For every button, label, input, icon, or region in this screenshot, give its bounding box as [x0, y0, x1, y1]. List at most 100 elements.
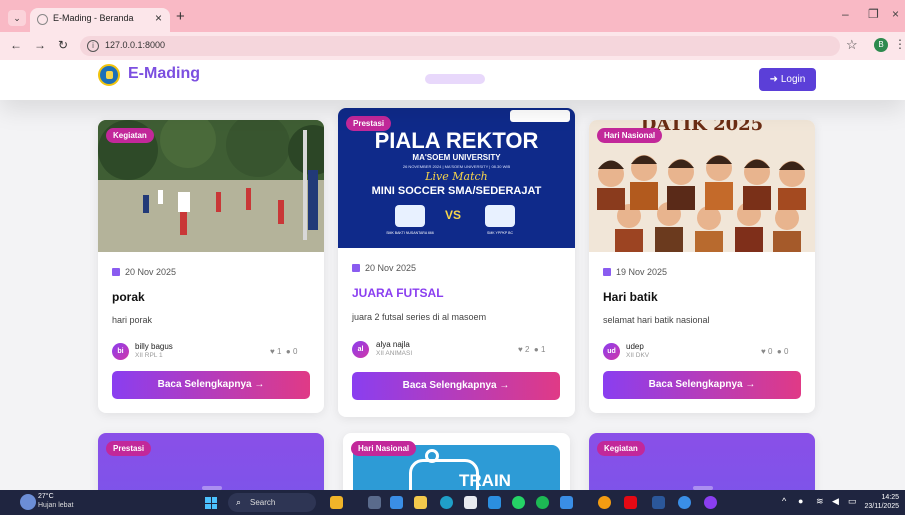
card-title[interactable]: Hari batik — [603, 290, 658, 304]
card-description: selamat hari batik nasional — [603, 315, 710, 325]
comment-icon[interactable]: ● — [286, 347, 291, 356]
chrome-icon[interactable] — [598, 496, 611, 509]
discord-icon[interactable] — [678, 496, 691, 509]
weather-description: Hujan lebat — [38, 502, 74, 509]
article-card[interactable]: Prestasi — [98, 433, 324, 490]
heart-icon[interactable]: ♥ — [270, 347, 275, 356]
author-name: udep — [626, 342, 644, 351]
nav-highlight — [425, 74, 485, 84]
poster-subheading: MA'SOEM UNIVERSITY — [412, 153, 501, 162]
author-class: XII ANIMASI — [376, 350, 413, 357]
comment-icon[interactable]: ● — [534, 345, 539, 354]
word-icon[interactable] — [652, 496, 665, 509]
bookmark-star-icon[interactable]: ☆ — [846, 37, 858, 53]
poster-live: Live Match — [425, 170, 488, 183]
browser-menu-icon[interactable]: ⋮ — [894, 37, 905, 51]
card-photo: Kegiatan — [98, 120, 324, 252]
vpn-icon[interactable] — [560, 496, 573, 509]
task-view-icon[interactable] — [368, 496, 381, 509]
reload-icon[interactable]: ↻ — [58, 38, 68, 52]
window-close-icon[interactable]: × — [892, 7, 899, 21]
taskbar-search[interactable]: ⌕ Search — [228, 493, 316, 512]
date-text: 20 Nov 2025 — [125, 267, 177, 277]
close-tab-icon[interactable]: × — [155, 11, 162, 25]
weather-icon[interactable] — [20, 494, 36, 510]
search-label: Search — [250, 498, 276, 507]
article-card[interactable]: TRAIN Hari Nasional — [343, 433, 570, 490]
site-info-icon[interactable]: i — [87, 40, 99, 52]
brand-title[interactable]: E-Mading — [128, 65, 200, 83]
author-class: XII DKV — [626, 352, 650, 359]
card-poster: DATIK 2025 Hari Nasional — [589, 120, 815, 252]
new-tab-plus-icon[interactable]: + — [176, 8, 185, 25]
category-badge: Kegiatan — [106, 128, 154, 143]
comments-count: 1 — [540, 345, 546, 354]
card-date: 20 Nov 2025 — [112, 267, 176, 277]
battery-icon[interactable]: ▭ — [848, 496, 857, 507]
category-badge: Kegiatan — [597, 441, 645, 456]
category-badge: Hari Nasional — [597, 128, 663, 143]
category-badge: Prestasi — [346, 116, 392, 131]
card-stats: ♥ 1 ● 0 — [270, 347, 297, 356]
author-avatar: ud — [603, 343, 620, 360]
calendar-icon — [112, 268, 120, 276]
article-card[interactable]: Kegiatan 20 Nov 2025 porak hari porak bi… — [98, 120, 324, 413]
login-button[interactable]: ➜ Login — [759, 68, 816, 91]
back-arrow-icon[interactable]: ← — [10, 38, 22, 52]
comments-count: 0 — [783, 347, 789, 356]
poster-vs: VS — [445, 208, 462, 222]
system-clock[interactable]: 14:25 23/11/2025 — [864, 493, 899, 511]
restore-icon[interactable]: ❐ — [868, 7, 879, 21]
poster-heading: PIALA REKTOR — [374, 128, 539, 153]
card-title[interactable]: JUARA FUTSAL — [352, 286, 444, 300]
forward-arrow-icon[interactable]: → — [34, 38, 46, 52]
card-poster: PIALA REKTOR MA'SOEM UNIVERSITY 26 NOVEM… — [338, 108, 575, 248]
edge-icon[interactable] — [440, 496, 453, 509]
team2-logo — [485, 205, 515, 227]
poster-text: TRAIN — [459, 471, 511, 490]
volume-icon[interactable]: ◀ — [832, 496, 839, 507]
file-explorer-icon[interactable] — [414, 496, 427, 509]
spotify-icon[interactable] — [536, 496, 549, 509]
widgets-icon[interactable] — [390, 496, 403, 509]
school-logo-icon[interactable] — [98, 64, 120, 86]
wifi-icon[interactable]: ≋ — [816, 496, 824, 507]
browser-tab[interactable]: E-Mading - Beranda × — [30, 8, 170, 32]
read-more-button[interactable]: Baca Selengkapnya → — [603, 371, 801, 399]
tray-app-icon[interactable]: ● — [798, 496, 803, 506]
profile-avatar-icon[interactable]: B — [874, 38, 888, 52]
card-date: 20 Nov 2025 — [352, 263, 416, 273]
category-badge: Prestasi — [106, 441, 152, 456]
article-card[interactable]: DATIK 2025 Hari Nasional 19 Nov 2025 Har… — [589, 120, 815, 413]
heart-icon[interactable]: ♥ — [761, 347, 766, 356]
team1-name: SMK BAKTI NUSANTARA 666 — [386, 231, 434, 235]
minimize-icon[interactable]: – — [842, 7, 849, 21]
article-card[interactable]: Kegiatan — [589, 433, 815, 490]
figma-icon[interactable] — [704, 496, 717, 509]
store-icon[interactable] — [464, 496, 477, 509]
url-input[interactable]: i 127.0.0.1:8000 — [80, 36, 840, 56]
card-title[interactable]: porak — [112, 290, 145, 304]
team2-name: SMK YPPKP BC — [487, 231, 513, 235]
whatsapp-icon[interactable] — [512, 496, 525, 509]
read-more-button[interactable]: Baca Selengkapnya → — [352, 372, 560, 400]
url-text: 127.0.0.1:8000 — [105, 40, 166, 50]
poster-ring — [425, 449, 439, 463]
page-content: E-Mading ➜ Login Kegiatan 20 Nov 2025 po… — [0, 60, 905, 490]
search-icon: ⌕ — [236, 497, 242, 507]
tray-overflow-icon[interactable]: ^ — [782, 496, 786, 506]
copilot-icon[interactable] — [330, 496, 343, 509]
read-more-button[interactable]: Baca Selengkapnya → — [112, 371, 310, 399]
tab-list-chevron-icon[interactable]: ⌄ — [8, 10, 26, 26]
tab-title: E-Mading - Beranda — [53, 13, 134, 23]
category-badge: Hari Nasional — [351, 441, 417, 456]
heart-icon[interactable]: ♥ — [518, 345, 523, 354]
comment-icon[interactable]: ● — [777, 347, 782, 356]
card-stats: ♥ 2 ● 1 — [518, 345, 545, 354]
article-card[interactable]: PIALA REKTOR MA'SOEM UNIVERSITY 26 NOVEM… — [338, 108, 575, 417]
windows-start-icon[interactable] — [205, 497, 217, 509]
address-bar: ← → ↻ i 127.0.0.1:8000 — [0, 32, 905, 60]
netflix-icon[interactable] — [624, 496, 637, 509]
tab-favicon-icon — [37, 14, 48, 25]
vscode-icon[interactable] — [488, 496, 501, 509]
